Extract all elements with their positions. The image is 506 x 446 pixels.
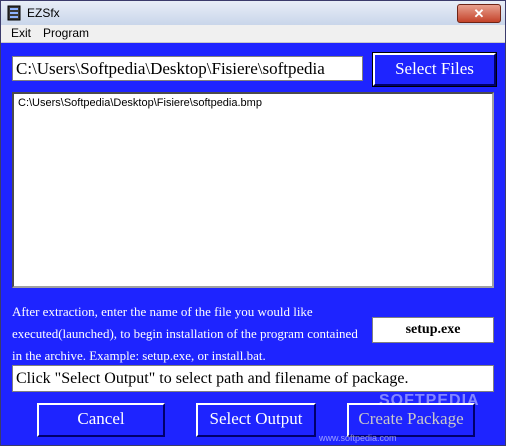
output-status-field[interactable]: Click "Select Output" to select path and… <box>12 365 494 392</box>
file-list[interactable]: C:\Users\Softpedia\Desktop\Fisiere\softp… <box>12 92 494 288</box>
app-window: EZSfx ✕ Exit Program C:\Users\Softpedia\… <box>0 0 506 446</box>
execute-instructions: After extraction, enter the name of the … <box>12 304 358 363</box>
window-title: EZSfx <box>27 6 60 20</box>
title-bar[interactable]: EZSfx ✕ <box>1 1 505 26</box>
select-output-button[interactable]: Select Output <box>196 403 316 437</box>
source-path-field[interactable]: C:\Users\Softpedia\Desktop\Fisiere\softp… <box>12 56 363 81</box>
menu-exit[interactable]: Exit <box>11 26 31 40</box>
watermark-url: www.softpedia.com <box>319 433 397 443</box>
watermark: SOFTPEDIA <box>379 392 480 409</box>
list-item[interactable]: C:\Users\Softpedia\Desktop\Fisiere\softp… <box>18 97 262 109</box>
close-icon: ✕ <box>473 6 485 21</box>
executable-name-field[interactable]: setup.exe <box>372 317 494 343</box>
app-icon <box>7 5 21 21</box>
menu-program[interactable]: Program <box>43 26 89 40</box>
select-files-button[interactable]: Select Files <box>372 52 497 87</box>
close-button[interactable]: ✕ <box>457 4 501 23</box>
menu-bar: Exit Program <box>1 25 505 43</box>
cancel-button[interactable]: Cancel <box>37 403 165 437</box>
